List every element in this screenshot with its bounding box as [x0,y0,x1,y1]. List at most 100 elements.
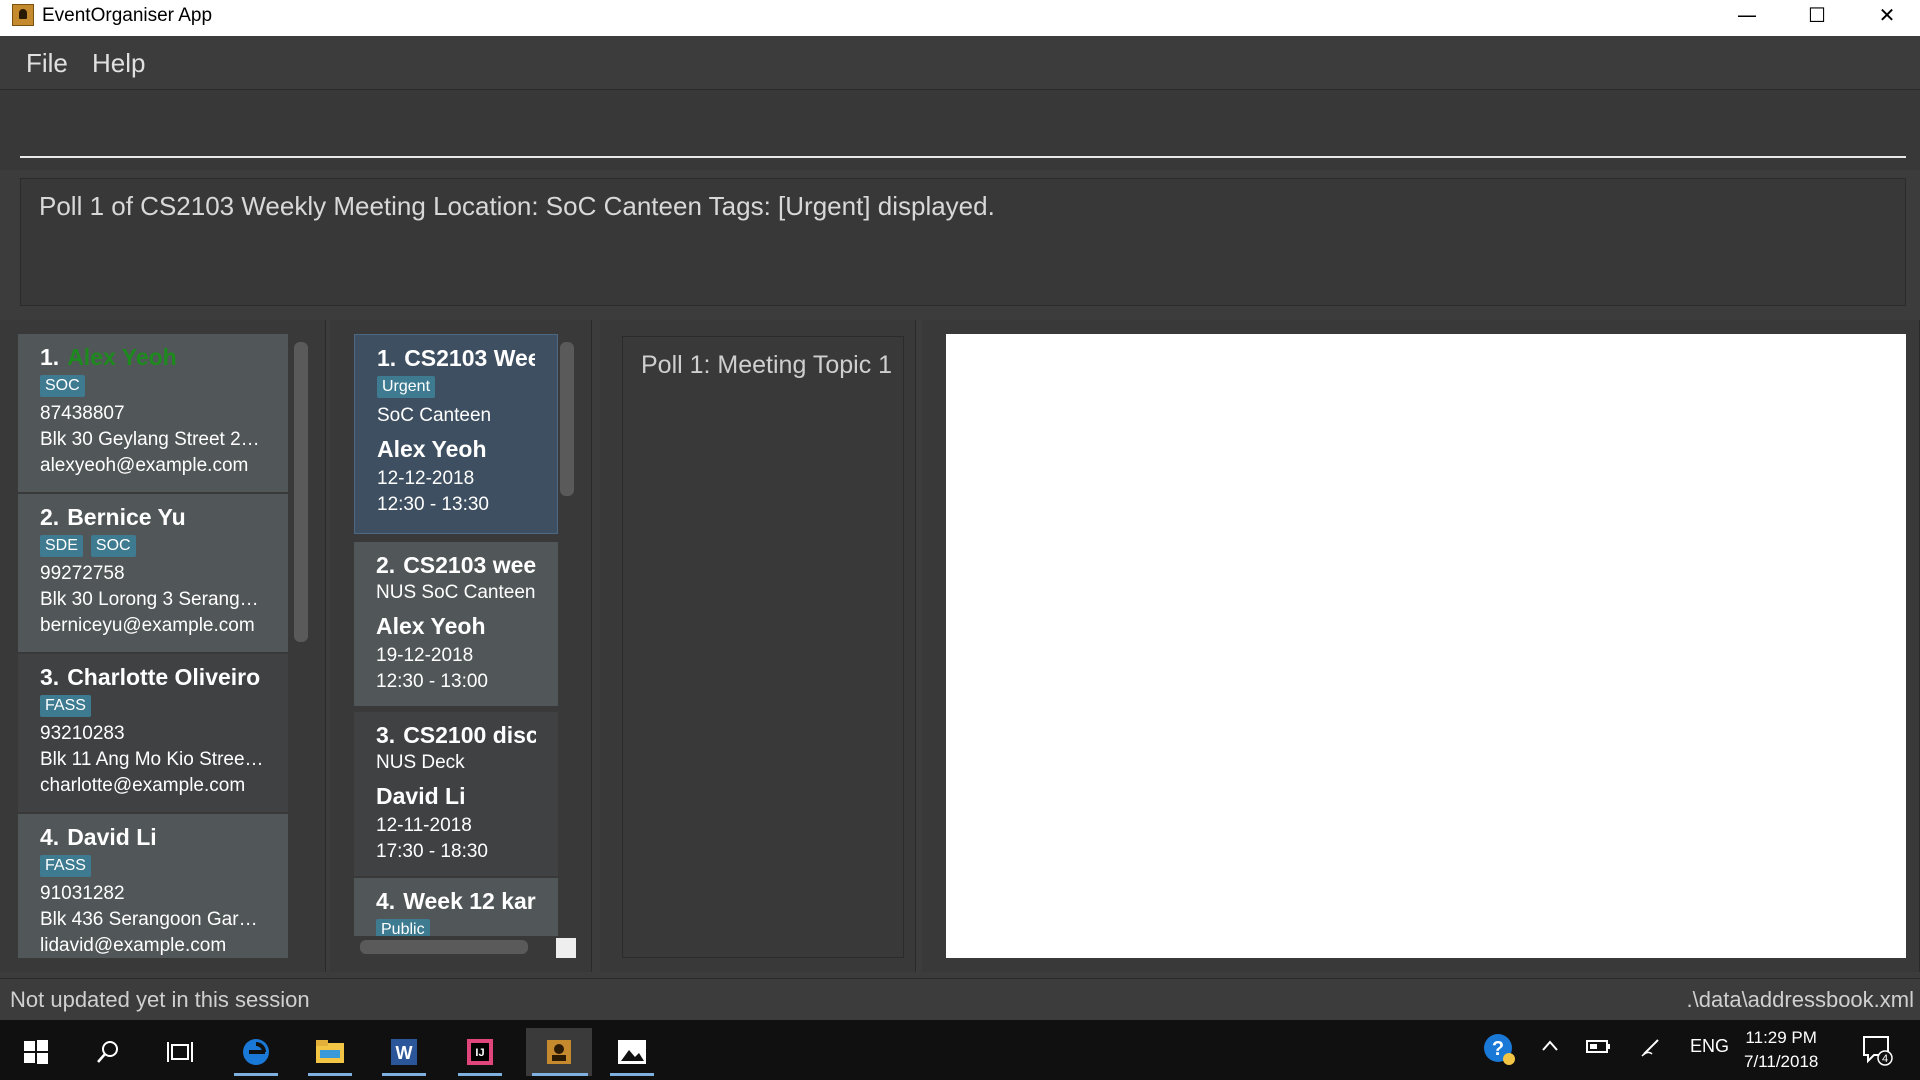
event-card[interactable]: 3. CS2100 discu... NUS Deck David Li 12-1… [354,712,558,876]
person-phone: 93210283 [40,723,125,744]
person-card[interactable]: 3. Charlotte Oliveiro FASS 93210283 Blk 1… [18,654,288,812]
person-email: berniceyu@example.com [40,615,255,636]
photos-icon[interactable] [604,1028,660,1076]
person-email: lidavid@example.com [40,935,227,956]
person-address: Blk 436 Serangoon Garde... [40,909,266,930]
person-address: Blk 30 Lorong 3 Serangoo... [40,589,266,610]
command-box [0,90,1920,170]
event-date: 19-12-2018 [376,645,474,666]
event-title: Week 12 kar... [403,888,536,914]
person-name: Bernice Yu [67,504,186,530]
edge-icon[interactable] [228,1028,284,1076]
maximize-button[interactable]: ☐ [1782,0,1852,30]
person-card[interactable]: 4. David Li FASS 91031282 Blk 436 Serango… [18,814,288,958]
event-location: NUS SoC Canteen [376,582,536,603]
browser-view[interactable] [946,334,1906,958]
person-tag: SOC [40,375,85,397]
event-index: 4. [376,888,396,914]
event-organiser-icon[interactable] [526,1028,592,1076]
person-index: 3. [40,664,60,690]
svg-text:IJ: IJ [475,1047,484,1059]
person-name: Alex Yeoh [67,344,177,370]
clock-time: 11:29 PM [1745,1028,1817,1047]
scrollbar-corner [556,938,576,958]
status-bar: Not updated yet in this session .\data\a… [0,978,1920,1018]
event-time: 12:30 - 13:30 [377,494,489,515]
notification-count: 4 [1882,1053,1888,1065]
event-tag: Public [376,919,430,936]
event-title: CS2103 week... [403,552,536,578]
event-index: 1. [377,345,397,371]
menu-file[interactable]: File [26,48,68,79]
task-view-icon[interactable] [152,1028,208,1076]
event-list-vscrollbar[interactable] [560,342,574,496]
person-list-scrollbar[interactable] [294,342,308,642]
title-bar: EventOrganiser App — ☐ ✕ [0,0,1920,36]
event-card[interactable]: 4. Week 12 kar... Public [354,878,558,936]
person-name: David Li [67,824,157,850]
event-location: SoC Canteen [377,405,492,426]
person-email: charlotte@example.com [40,775,246,796]
event-date: 12-11-2018 [376,815,472,836]
menu-bar: File Help [0,36,1920,90]
result-display: Poll 1 of CS2103 Weekly Meeting Location… [20,178,1906,306]
svg-text:?: ? [1492,1038,1504,1060]
person-tag: SOC [90,535,136,557]
language-indicator[interactable]: ENG [1690,1036,1729,1057]
search-icon[interactable] [80,1028,136,1076]
minimize-button[interactable]: — [1712,0,1782,30]
person-tag: SDE [40,535,83,557]
svg-text:W: W [396,1043,413,1063]
person-index: 4. [40,824,60,850]
event-time: 12:30 - 13:00 [376,671,488,692]
event-card[interactable]: 1. CS2103 Wee... Urgent SoC Canteen Alex … [354,334,558,534]
person-tag: FASS [40,855,91,877]
person-card[interactable]: 2. Bernice Yu SDE SOC 99272758 Blk 30 Loro… [18,494,288,652]
clock-date: 7/11/2018 [1744,1052,1819,1071]
help-icon[interactable]: ? [1482,1032,1516,1071]
app-icon [12,4,34,26]
clock[interactable]: 11:29 PM 7/11/2018 [1744,1026,1818,1074]
word-icon[interactable]: W [376,1028,432,1076]
intellij-icon[interactable]: IJ [452,1028,508,1076]
person-tag: FASS [40,695,91,717]
person-name: Charlotte Oliveiro [67,664,261,690]
event-location: NUS Deck [376,752,465,773]
person-index: 1. [40,344,60,370]
person-phone: 87438807 [40,403,125,424]
taskbar: W IJ ? ENG 11:29 PM 7/11/2018 4 [0,1020,1920,1080]
event-title: CS2100 discu... [403,722,536,748]
battery-icon[interactable] [1586,1036,1612,1061]
window-title: EventOrganiser App [42,5,213,26]
person-index: 2. [40,504,60,530]
sync-status: Not updated yet in this session [10,987,310,1012]
save-location: .\data\addressbook.xml [1686,987,1914,1012]
person-address: Blk 30 Geylang Street 29, ... [40,429,266,450]
notification-icon[interactable]: 4 [1860,1032,1894,1071]
person-phone: 99272758 [40,563,125,584]
event-organiser: Alex Yeoh [377,436,487,462]
event-title: CS2103 Wee... [404,345,535,371]
command-input[interactable] [20,100,1906,158]
person-card[interactable]: 1. Alex Yeoh SOC 87438807 Blk 30 Geylang … [18,334,288,492]
event-index: 2. [376,552,396,578]
person-phone: 91031282 [40,883,125,904]
start-icon[interactable] [8,1028,64,1076]
person-email: alexyeoh@example.com [40,455,249,476]
event-card[interactable]: 2. CS2103 week... NUS SoC Canteen Alex Ye… [354,542,558,706]
event-time: 17:30 - 18:30 [376,841,488,862]
event-organiser: Alex Yeoh [376,613,486,639]
close-button[interactable]: ✕ [1852,0,1920,30]
event-organiser: David Li [376,783,466,809]
poll-list: Poll 1: Meeting Topic 1 [622,336,904,958]
file-explorer-icon[interactable] [302,1028,358,1076]
event-tag: Urgent [377,376,436,398]
chevron-up-icon[interactable] [1540,1036,1560,1061]
event-list-hscrollbar[interactable] [360,940,528,954]
pen-icon[interactable] [1640,1036,1662,1063]
poll-item[interactable]: Poll 1: Meeting Topic 1 [641,351,892,380]
event-date: 12-12-2018 [377,468,475,489]
person-address: Blk 11 Ang Mo Kio Street ... [40,749,266,770]
menu-help[interactable]: Help [92,48,145,79]
event-index: 3. [376,722,396,748]
